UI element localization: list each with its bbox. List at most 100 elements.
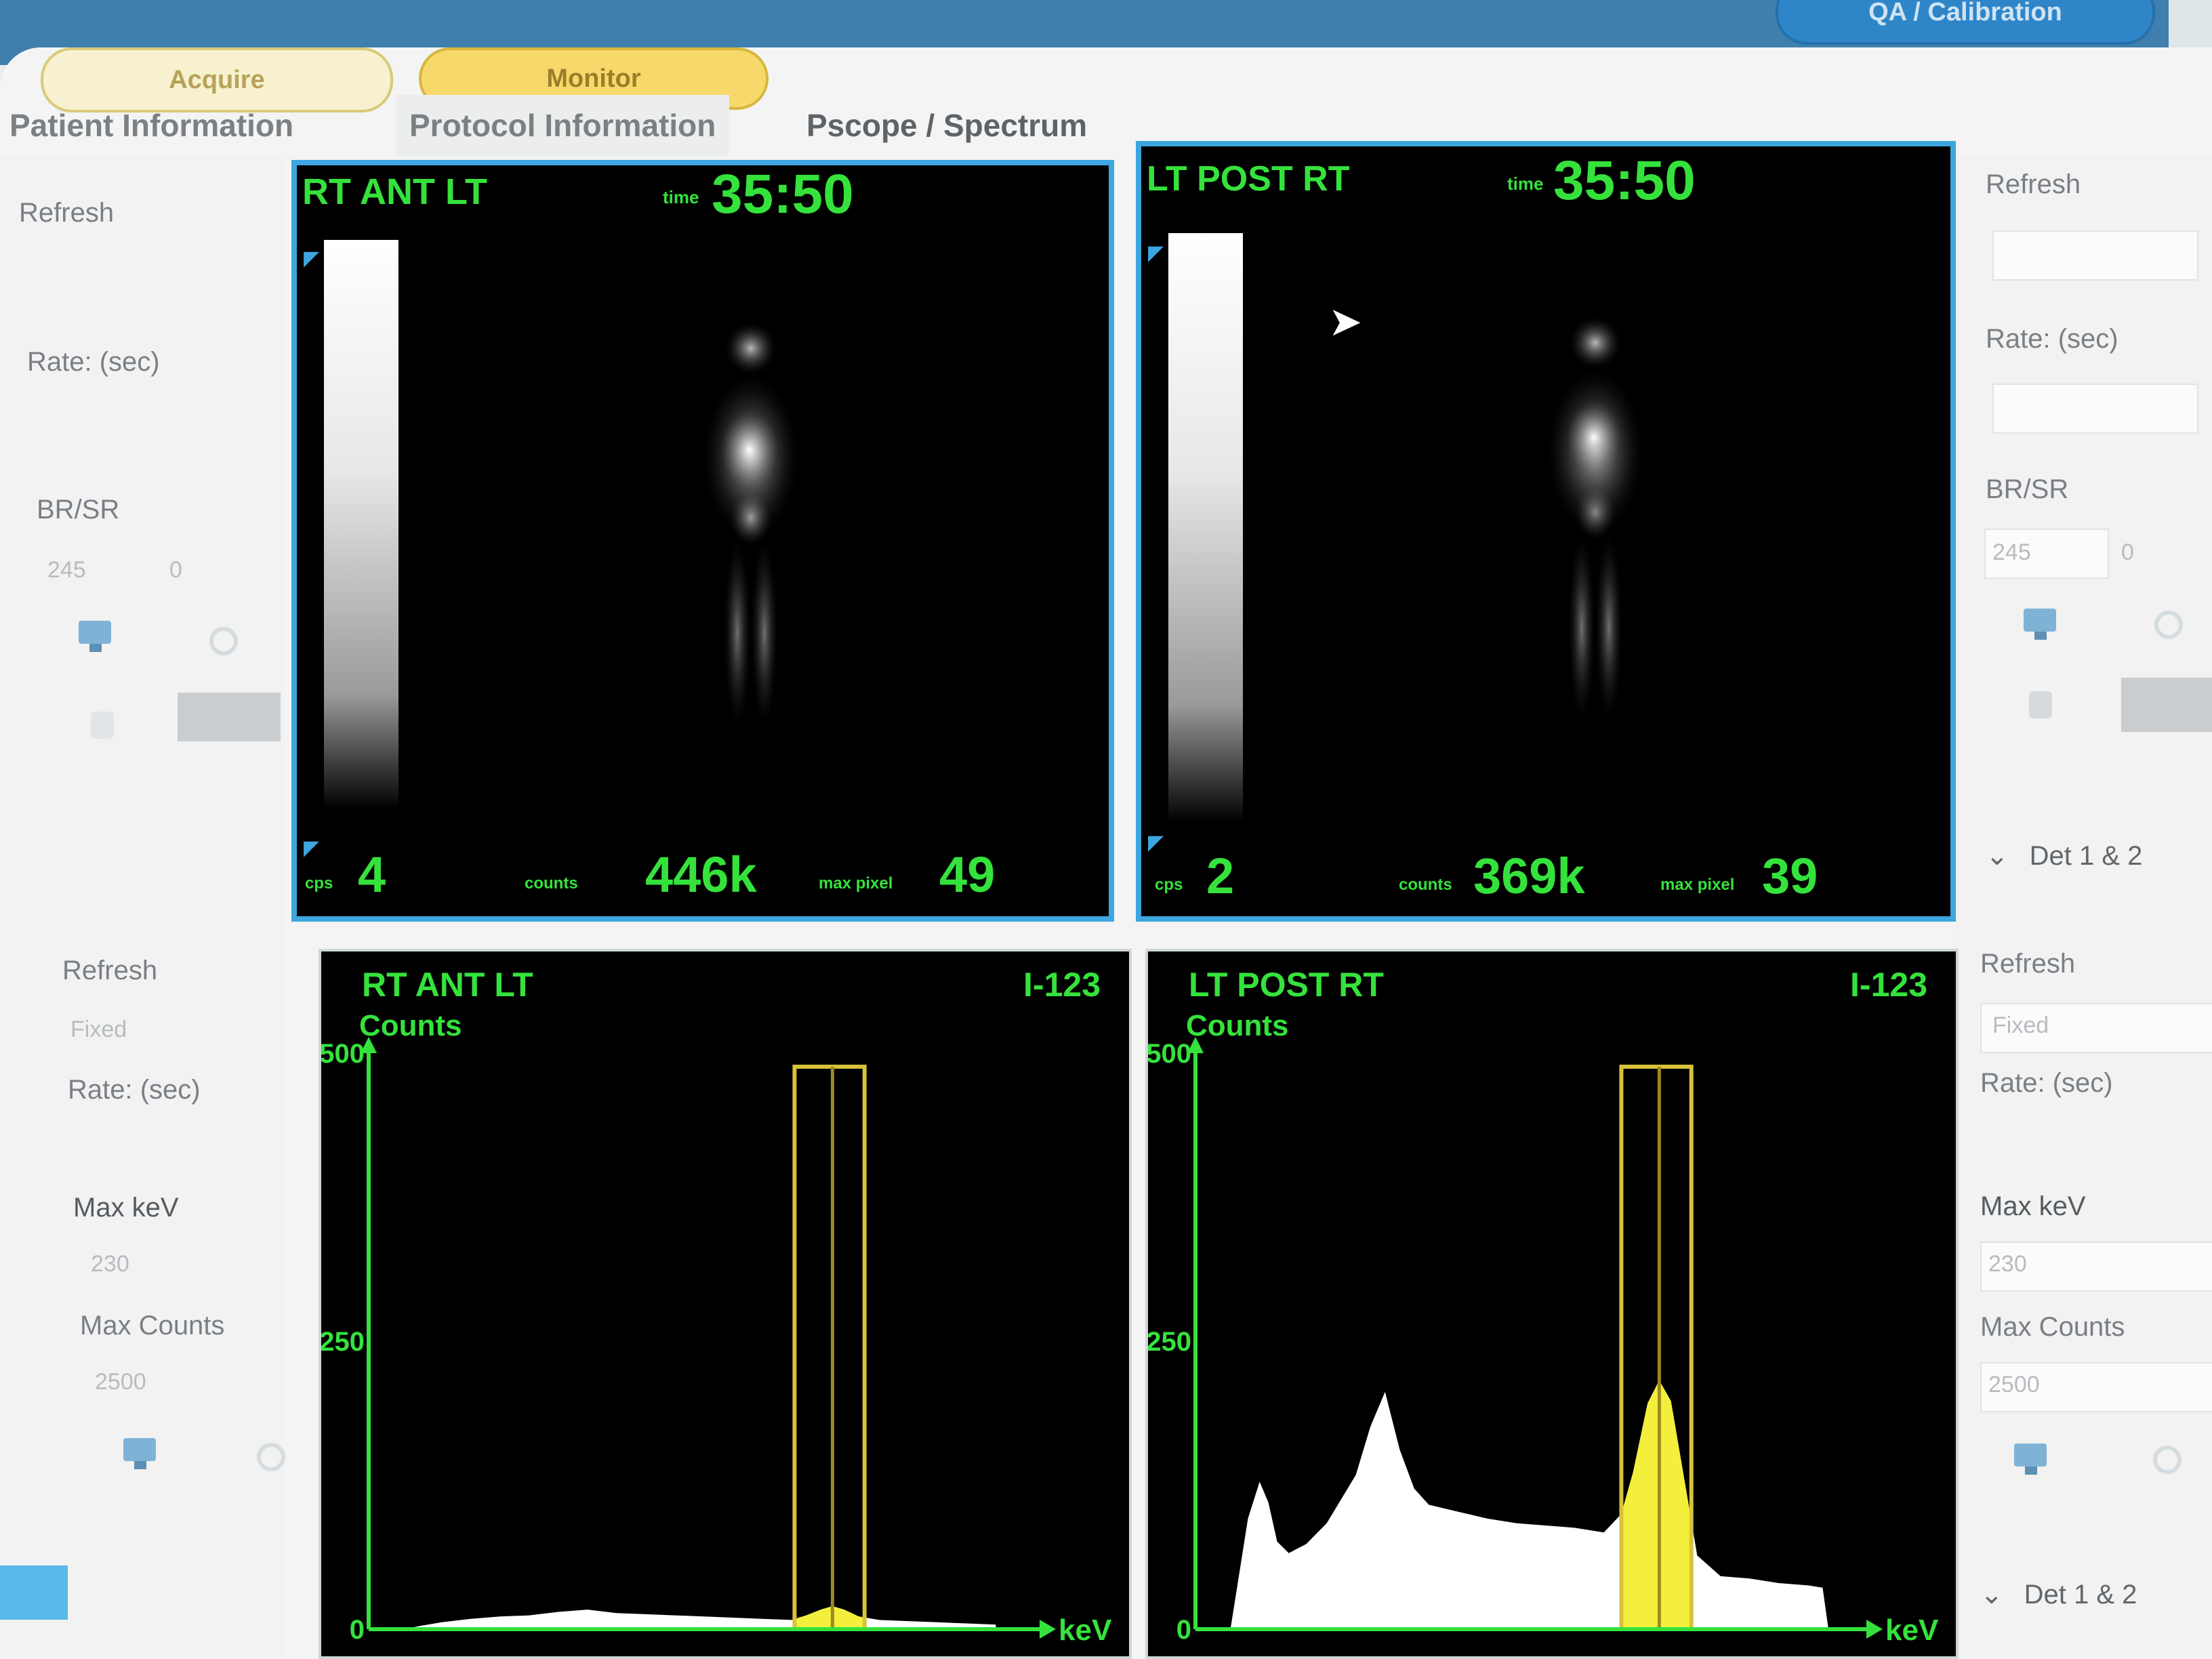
time-label: time	[663, 187, 699, 207]
y-tick-label: 2500	[1148, 1039, 1191, 1069]
scan-body-image	[703, 323, 798, 728]
right-max-counts-label: Max Counts	[1980, 1312, 2125, 1342]
counts-value: 369k	[1473, 848, 1585, 904]
scale-max-marker-icon[interactable]: ◤	[304, 247, 319, 270]
tab-protocol-information[interactable]: Protocol Information	[396, 95, 730, 156]
right-spectrum-monitor-icon[interactable]	[2010, 1439, 2057, 1480]
left-image-swatch[interactable]	[178, 693, 281, 741]
cps-label: cps	[1155, 876, 1183, 894]
right-image-swatch[interactable]	[2121, 678, 2212, 732]
spectrum-chart-post[interactable]: LT POST RT I-123 Counts keV 2500 1250 0	[1148, 951, 1956, 1659]
tab-pscope-spectrum[interactable]: Pscope / Spectrum	[806, 95, 1087, 156]
right-image-hand-icon[interactable]	[2020, 684, 2067, 725]
right-image-refresh-icon[interactable]	[2148, 605, 2196, 645]
left-spectrum-rate-label: Rate: (sec)	[68, 1075, 201, 1105]
counts-value: 446k	[645, 846, 757, 903]
left-max-kev-label: Max keV	[73, 1193, 179, 1223]
scale-min-marker-icon[interactable]: ◤	[1148, 831, 1164, 855]
y-tick-label: 1250	[1148, 1327, 1191, 1357]
left-max-counts-label: Max Counts	[80, 1311, 225, 1340]
image-panel-ant[interactable]: RT ANT LT time 35:50 ◤ ◤ cps 4 counts 44…	[291, 160, 1114, 922]
window-button[interactable]	[2169, 0, 2212, 54]
cps-value: 4	[358, 846, 386, 903]
right-spectrum-refresh-label: Refresh	[1980, 949, 2076, 979]
left-image-brsr-label: BR/SR	[37, 495, 120, 525]
isotope-label: I-123	[1023, 966, 1101, 1004]
cps-label: cps	[305, 874, 333, 893]
right-spectrum-detector-select[interactable]: ⌄ Det 1 & 2	[1980, 1579, 2137, 1610]
image-panel-post[interactable]: LT POST RT time 35:50 ◤ ◤ ➤ cps 2 counts…	[1136, 141, 1956, 922]
left-max-counts-select[interactable]: 2500	[95, 1369, 146, 1395]
right-spectrum-refresh-icon[interactable]	[2147, 1439, 2194, 1480]
time-value: 35:50	[712, 163, 854, 225]
qa-calibration-button[interactable]: QA / Calibration	[1776, 0, 2155, 45]
left-brsr-value-2[interactable]: 0	[169, 557, 182, 583]
left-scroll-marker[interactable]	[0, 1565, 68, 1620]
left-spectrum-refresh-select[interactable]: Fixed	[70, 1017, 127, 1043]
right-image-refresh-label: Refresh	[1986, 169, 2081, 199]
y-tick-label: 1250	[321, 1327, 365, 1357]
right-image-detector-select[interactable]: ⌄ Det 1 & 2	[1986, 840, 2142, 872]
right-sidebar	[1952, 156, 2212, 1659]
x-axis-arrow	[1040, 1620, 1056, 1639]
left-image-refresh-label: Refresh	[19, 198, 115, 228]
max-pixel-value: 39	[1762, 848, 1818, 904]
time-label: time	[1507, 173, 1544, 194]
y-axis-label: Counts	[1186, 1009, 1289, 1042]
x-axis-label: keV	[1059, 1614, 1112, 1647]
intensity-scale-bar[interactable]	[324, 240, 398, 809]
counts-label: counts	[1399, 876, 1452, 894]
right-spectrum-refresh-value: Fixed	[1992, 1012, 2049, 1038]
y-tick-label: 0	[1176, 1615, 1191, 1645]
spectrum-area	[369, 1606, 996, 1629]
tab-patient-information[interactable]: Patient Information	[9, 95, 293, 156]
scale-max-marker-icon[interactable]: ◤	[1148, 241, 1164, 265]
y-axis-label: Counts	[359, 1009, 462, 1042]
chevron-down-icon: ⌄	[1986, 841, 2009, 871]
right-image-rate-label: Rate: (sec)	[1986, 324, 2118, 354]
mouse-cursor-icon: ➤	[1328, 299, 1363, 344]
counts-label: counts	[525, 874, 578, 893]
image-panel-label: RT ANT LT	[302, 171, 487, 212]
chevron-down-icon: ⌄	[1980, 1580, 2003, 1610]
left-image-hand-icon[interactable]	[81, 705, 129, 745]
y-tick-label: 0	[350, 1615, 365, 1645]
max-pixel-label: max pixel	[1660, 876, 1735, 894]
right-brsr-value-2[interactable]: 0	[2121, 539, 2134, 566]
scale-min-marker-icon[interactable]: ◤	[304, 836, 319, 860]
right-max-counts-value: 2500	[1988, 1372, 2040, 1397]
energy-window-box	[792, 1065, 867, 1631]
right-max-kev-value: 230	[1988, 1251, 2027, 1277]
left-image-monitor-icon[interactable]	[75, 617, 122, 657]
right-image-brsr-label: BR/SR	[1986, 474, 2069, 504]
left-spectrum-refresh-icon[interactable]	[251, 1437, 298, 1477]
cps-value: 2	[1206, 848, 1235, 904]
left-image-rate-label: Rate: (sec)	[27, 347, 160, 377]
intensity-scale-bar[interactable]	[1168, 233, 1243, 823]
right-image-refresh-field[interactable]	[1992, 230, 2198, 281]
y-tick-label: 2500	[321, 1039, 365, 1069]
x-axis-label: keV	[1885, 1614, 1939, 1647]
spectrum-title: RT ANT LT	[362, 966, 533, 1004]
spectrum-chart-ant[interactable]: RT ANT LT I-123 Counts keV 2500 1250 0	[321, 951, 1129, 1659]
x-axis-arrow	[1866, 1620, 1883, 1639]
scan-body-image	[1548, 317, 1643, 722]
spectrum-area	[1195, 1380, 1829, 1629]
left-image-refresh-icon[interactable]	[203, 621, 251, 661]
right-spectrum-rate-label: Rate: (sec)	[1980, 1068, 2113, 1098]
right-brsr-value-1: 245	[1992, 539, 2031, 565]
spectrum-panel-post[interactable]: LT POST RT I-123 Counts keV 2500 1250 0	[1145, 949, 1959, 1659]
left-spectrum-refresh-label: Refresh	[62, 956, 158, 985]
time-value: 35:50	[1553, 150, 1696, 211]
right-max-kev-label: Max keV	[1980, 1191, 2086, 1221]
isotope-label: I-123	[1850, 966, 1927, 1004]
spectrum-panel-ant[interactable]: RT ANT LT I-123 Counts keV 2500 1250 0	[319, 949, 1132, 1659]
right-image-monitor-icon[interactable]	[2020, 605, 2067, 645]
max-pixel-label: max pixel	[819, 874, 893, 893]
left-brsr-value-1[interactable]: 245	[47, 557, 86, 583]
image-panel-label: LT POST RT	[1147, 159, 1350, 199]
right-image-rate-field[interactable]	[1992, 384, 2198, 434]
left-max-kev-select[interactable]: 230	[91, 1251, 129, 1277]
left-spectrum-monitor-icon[interactable]	[119, 1434, 167, 1475]
max-pixel-value: 49	[939, 846, 996, 903]
